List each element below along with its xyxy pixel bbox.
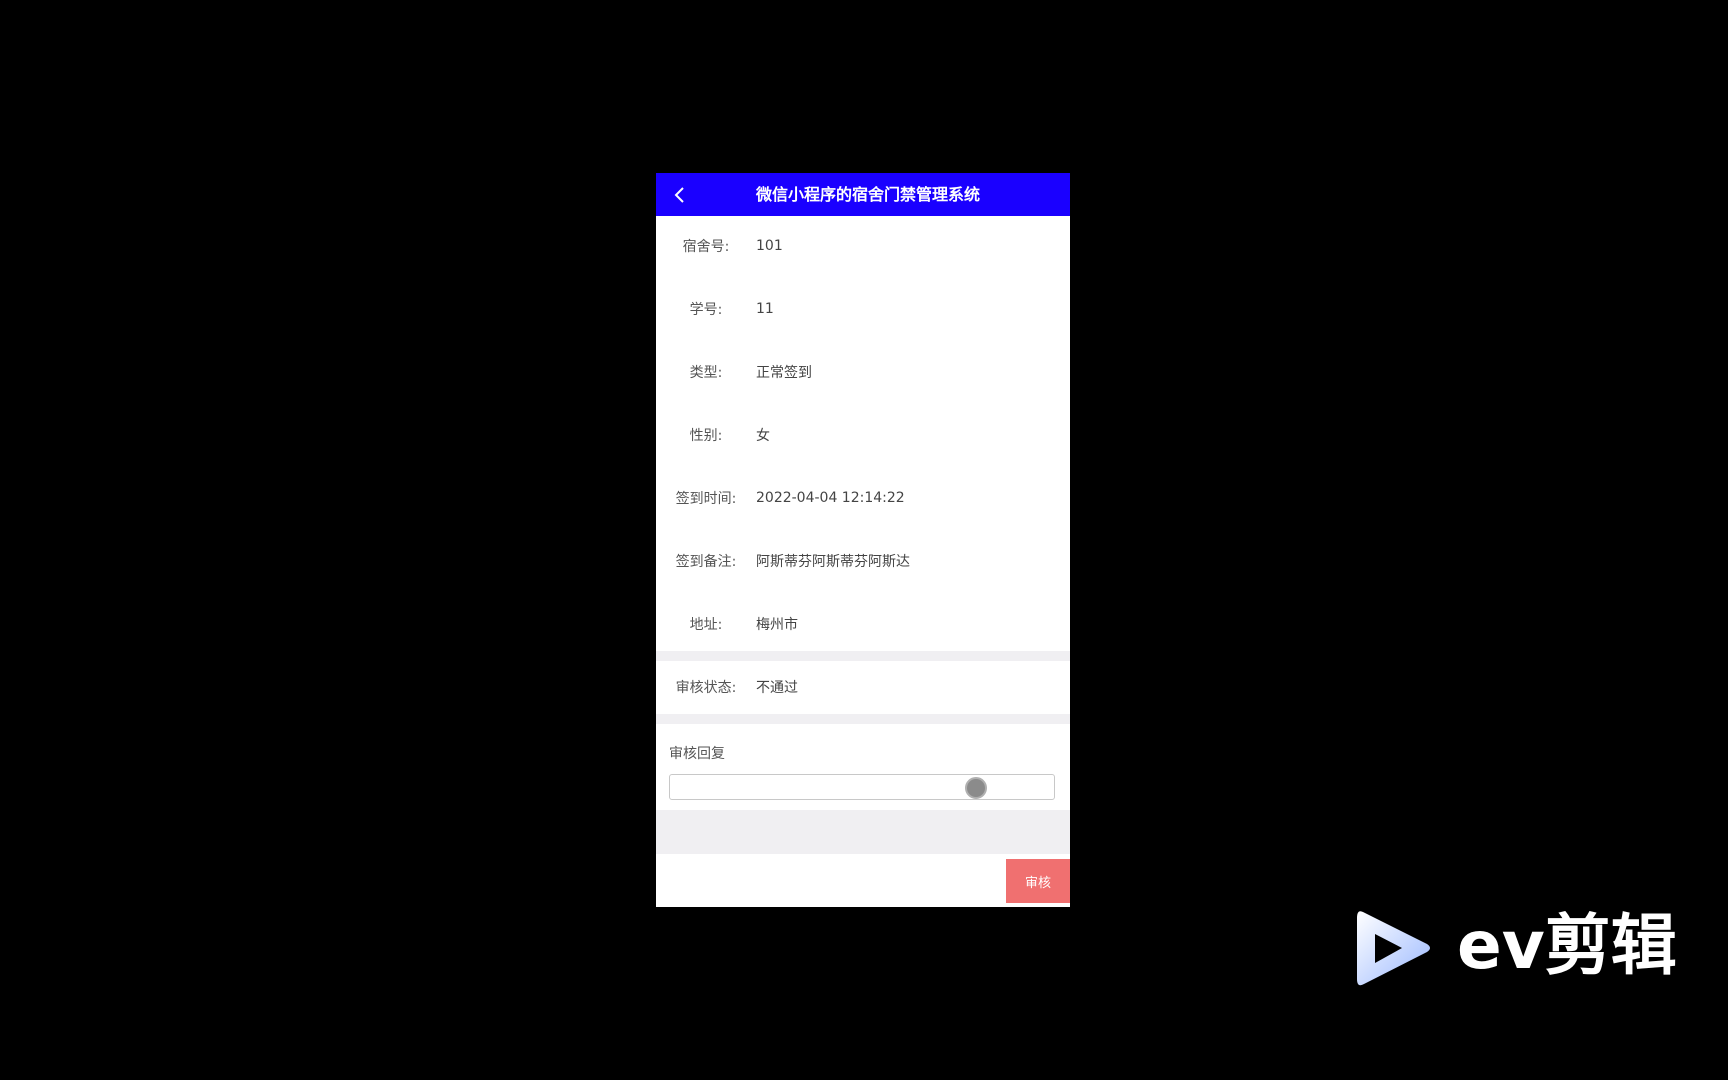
field-row-review-status: 审核状态: 不通过	[656, 663, 1070, 711]
review-reply-input[interactable]	[669, 774, 1055, 800]
field-label: 宿舍号:	[682, 239, 730, 255]
field-value: 女	[756, 428, 770, 444]
review-reply-label: 审核回复	[669, 746, 725, 762]
ev-editor-watermark: ev剪辑	[1355, 906, 1720, 991]
field-value: 2022-04-04 12:14:22	[756, 490, 905, 506]
field-row-checkin-time: 签到时间: 2022-04-04 12:14:22	[656, 474, 1070, 522]
field-value: 阿斯蒂芬阿斯蒂芬阿斯达	[756, 554, 910, 570]
field-row-student-id: 学号: 11	[656, 285, 1070, 333]
field-value: 101	[756, 238, 783, 254]
watermark-text: ev剪辑	[1457, 907, 1677, 984]
field-value: 11	[756, 301, 774, 317]
field-row-dorm: 宿舍号: 101	[656, 222, 1070, 270]
field-label: 性别:	[689, 428, 723, 444]
field-label: 签到时间:	[675, 491, 737, 507]
page-title: 微信小程序的宿舍门禁管理系统	[755, 185, 980, 204]
section-divider	[656, 714, 1070, 724]
field-row-address: 地址: 梅州市	[656, 600, 1070, 648]
review-submit-button[interactable]: 审核	[1006, 859, 1070, 903]
field-value: 梅州市	[756, 617, 798, 633]
review-status-value: 不通过	[756, 680, 798, 696]
bottom-spacer	[656, 810, 1070, 854]
field-row-gender: 性别: 女	[656, 411, 1070, 459]
section-divider	[656, 651, 1070, 661]
field-row-type: 类型: 正常签到	[656, 348, 1070, 396]
nav-bar: 微信小程序的宿舍门禁管理系统	[656, 173, 1070, 216]
field-label: 类型:	[689, 365, 723, 381]
phone-screen: 微信小程序的宿舍门禁管理系统 宿舍号: 101 学号: 11 类型: 正常签到 …	[656, 173, 1070, 907]
review-status-label: 审核状态:	[675, 680, 737, 696]
play-logo-icon	[1357, 911, 1430, 986]
field-label: 签到备注:	[675, 554, 737, 570]
field-value: 正常签到	[756, 365, 812, 381]
field-label: 地址:	[689, 617, 723, 633]
field-row-checkin-note: 签到备注: 阿斯蒂芬阿斯蒂芬阿斯达	[656, 537, 1070, 585]
touch-cursor-indicator	[965, 777, 987, 799]
field-label: 学号:	[689, 302, 723, 318]
